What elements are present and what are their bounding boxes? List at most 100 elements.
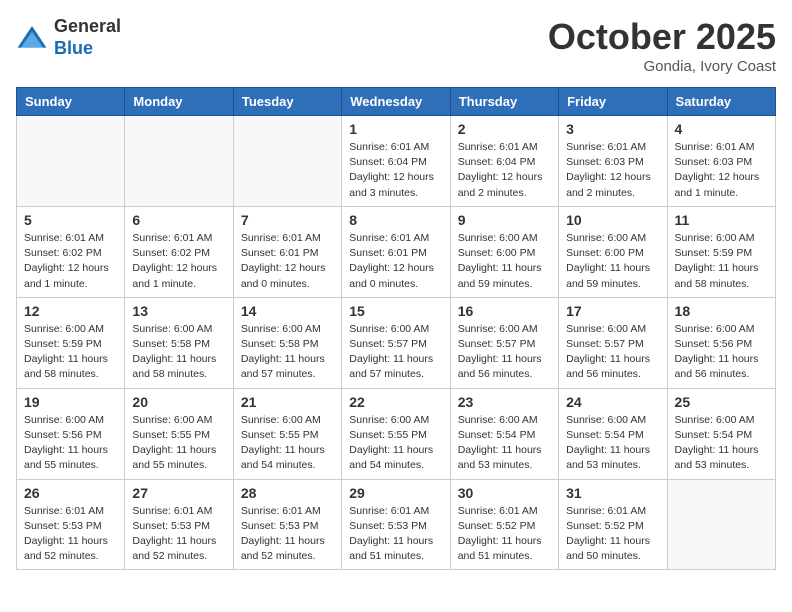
day-cell: 23 Sunrise: 6:00 AM Sunset: 5:54 PM Dayli… (450, 388, 558, 479)
day-info: Sunrise: 6:01 AM Sunset: 6:01 PM Dayligh… (349, 231, 442, 292)
day-info: Sunrise: 6:00 AM Sunset: 5:58 PM Dayligh… (132, 322, 225, 383)
weekday-wednesday: Wednesday (342, 88, 450, 116)
day-info: Sunrise: 6:00 AM Sunset: 6:00 PM Dayligh… (566, 231, 659, 292)
day-info: Sunrise: 6:00 AM Sunset: 5:57 PM Dayligh… (349, 322, 442, 383)
day-info: Sunrise: 6:00 AM Sunset: 5:58 PM Dayligh… (241, 322, 334, 383)
day-cell: 6 Sunrise: 6:01 AM Sunset: 6:02 PM Daylig… (125, 206, 233, 297)
day-info: Sunrise: 6:00 AM Sunset: 6:00 PM Dayligh… (458, 231, 551, 292)
weekday-friday: Friday (559, 88, 667, 116)
day-number: 13 (132, 303, 225, 319)
day-cell: 5Sunrise: 6:01 AM Sunset: 6:02 PM Daylig… (17, 206, 125, 297)
day-info: Sunrise: 6:01 AM Sunset: 6:03 PM Dayligh… (566, 140, 659, 201)
day-cell: 10 Sunrise: 6:00 AM Sunset: 6:00 PM Dayli… (559, 206, 667, 297)
day-cell: 9 Sunrise: 6:00 AM Sunset: 6:00 PM Daylig… (450, 206, 558, 297)
day-info: Sunrise: 6:00 AM Sunset: 5:54 PM Dayligh… (675, 413, 768, 474)
day-info: Sunrise: 6:00 AM Sunset: 5:55 PM Dayligh… (132, 413, 225, 474)
day-cell: 13 Sunrise: 6:00 AM Sunset: 5:58 PM Dayli… (125, 297, 233, 388)
day-info: Sunrise: 6:01 AM Sunset: 6:04 PM Dayligh… (458, 140, 551, 201)
week-row-2: 5Sunrise: 6:01 AM Sunset: 6:02 PM Daylig… (17, 206, 776, 297)
day-number: 9 (458, 212, 551, 228)
day-number: 25 (675, 394, 768, 410)
weekday-sunday: Sunday (17, 88, 125, 116)
day-number: 20 (132, 394, 225, 410)
day-cell (125, 116, 233, 207)
day-number: 23 (458, 394, 551, 410)
day-cell (233, 116, 341, 207)
day-number: 10 (566, 212, 659, 228)
day-info: Sunrise: 6:01 AM Sunset: 6:03 PM Dayligh… (675, 140, 768, 201)
logo-icon (16, 22, 48, 54)
day-info: Sunrise: 6:01 AM Sunset: 5:53 PM Dayligh… (241, 504, 334, 565)
day-info: Sunrise: 6:01 AM Sunset: 6:01 PM Dayligh… (241, 231, 334, 292)
day-cell: 25 Sunrise: 6:00 AM Sunset: 5:54 PM Dayli… (667, 388, 775, 479)
day-number: 26 (24, 485, 117, 501)
location: Gondia, Ivory Coast (548, 58, 776, 75)
day-cell: 3 Sunrise: 6:01 AM Sunset: 6:03 PM Daylig… (559, 116, 667, 207)
day-number: 11 (675, 212, 768, 228)
day-info: Sunrise: 6:01 AM Sunset: 6:04 PM Dayligh… (349, 140, 442, 201)
day-number: 16 (458, 303, 551, 319)
day-number: 7 (241, 212, 334, 228)
day-number: 3 (566, 121, 659, 137)
weekday-saturday: Saturday (667, 88, 775, 116)
day-info: Sunrise: 6:01 AM Sunset: 6:02 PM Dayligh… (24, 231, 117, 292)
weekday-tuesday: Tuesday (233, 88, 341, 116)
day-number: 1 (349, 121, 442, 137)
week-row-3: 12Sunrise: 6:00 AM Sunset: 5:59 PM Dayli… (17, 297, 776, 388)
day-number: 4 (675, 121, 768, 137)
day-cell: 14 Sunrise: 6:00 AM Sunset: 5:58 PM Dayli… (233, 297, 341, 388)
day-info: Sunrise: 6:00 AM Sunset: 5:56 PM Dayligh… (24, 413, 117, 474)
logo-text: General Blue (54, 16, 121, 59)
day-info: Sunrise: 6:01 AM Sunset: 5:52 PM Dayligh… (458, 504, 551, 565)
day-info: Sunrise: 6:01 AM Sunset: 5:53 PM Dayligh… (349, 504, 442, 565)
day-cell: 31Sunrise: 6:01 AM Sunset: 5:52 PM Dayli… (559, 479, 667, 570)
day-info: Sunrise: 6:01 AM Sunset: 5:52 PM Dayligh… (566, 504, 659, 565)
day-cell: 18 Sunrise: 6:00 AM Sunset: 5:56 PM Dayli… (667, 297, 775, 388)
day-number: 19 (24, 394, 117, 410)
day-number: 15 (349, 303, 442, 319)
day-info: Sunrise: 6:01 AM Sunset: 5:53 PM Dayligh… (24, 504, 117, 565)
day-info: Sunrise: 6:00 AM Sunset: 5:54 PM Dayligh… (458, 413, 551, 474)
day-number: 24 (566, 394, 659, 410)
day-cell: 30 Sunrise: 6:01 AM Sunset: 5:52 PM Dayli… (450, 479, 558, 570)
day-cell: 16 Sunrise: 6:00 AM Sunset: 5:57 PM Dayli… (450, 297, 558, 388)
month-title: October 2025 (548, 16, 776, 58)
page-header: General Blue October 2025 Gondia, Ivory … (16, 16, 776, 75)
week-row-1: 1 Sunrise: 6:01 AM Sunset: 6:04 PM Daylig… (17, 116, 776, 207)
day-cell: 12Sunrise: 6:00 AM Sunset: 5:59 PM Dayli… (17, 297, 125, 388)
day-cell: 26 Sunrise: 6:01 AM Sunset: 5:53 PM Dayli… (17, 479, 125, 570)
day-cell: 8 Sunrise: 6:01 AM Sunset: 6:01 PM Daylig… (342, 206, 450, 297)
day-cell (17, 116, 125, 207)
day-cell: 29Sunrise: 6:01 AM Sunset: 5:53 PM Dayli… (342, 479, 450, 570)
day-info: Sunrise: 6:00 AM Sunset: 5:56 PM Dayligh… (675, 322, 768, 383)
day-number: 12 (24, 303, 117, 319)
week-row-4: 19 Sunrise: 6:00 AM Sunset: 5:56 PM Dayli… (17, 388, 776, 479)
day-cell: 1 Sunrise: 6:01 AM Sunset: 6:04 PM Daylig… (342, 116, 450, 207)
day-number: 30 (458, 485, 551, 501)
day-cell: 27 Sunrise: 6:01 AM Sunset: 5:53 PM Dayli… (125, 479, 233, 570)
day-cell: 15 Sunrise: 6:00 AM Sunset: 5:57 PM Dayli… (342, 297, 450, 388)
day-number: 2 (458, 121, 551, 137)
day-cell: 11 Sunrise: 6:00 AM Sunset: 5:59 PM Dayli… (667, 206, 775, 297)
day-info: Sunrise: 6:01 AM Sunset: 6:02 PM Dayligh… (132, 231, 225, 292)
title-block: October 2025 Gondia, Ivory Coast (548, 16, 776, 75)
day-info: Sunrise: 6:00 AM Sunset: 5:59 PM Dayligh… (675, 231, 768, 292)
day-cell: 4 Sunrise: 6:01 AM Sunset: 6:03 PM Daylig… (667, 116, 775, 207)
calendar: SundayMondayTuesdayWednesdayThursdayFrid… (16, 87, 776, 570)
weekday-thursday: Thursday (450, 88, 558, 116)
day-cell: 28 Sunrise: 6:01 AM Sunset: 5:53 PM Dayli… (233, 479, 341, 570)
day-info: Sunrise: 6:01 AM Sunset: 5:53 PM Dayligh… (132, 504, 225, 565)
day-number: 6 (132, 212, 225, 228)
day-info: Sunrise: 6:00 AM Sunset: 5:57 PM Dayligh… (566, 322, 659, 383)
day-cell: 17Sunrise: 6:00 AM Sunset: 5:57 PM Dayli… (559, 297, 667, 388)
day-number: 27 (132, 485, 225, 501)
day-number: 18 (675, 303, 768, 319)
day-info: Sunrise: 6:00 AM Sunset: 5:57 PM Dayligh… (458, 322, 551, 383)
week-row-5: 26 Sunrise: 6:01 AM Sunset: 5:53 PM Dayli… (17, 479, 776, 570)
calendar-body: 1 Sunrise: 6:01 AM Sunset: 6:04 PM Daylig… (17, 116, 776, 570)
day-number: 28 (241, 485, 334, 501)
weekday-header-row: SundayMondayTuesdayWednesdayThursdayFrid… (17, 88, 776, 116)
day-cell (667, 479, 775, 570)
day-number: 8 (349, 212, 442, 228)
day-number: 14 (241, 303, 334, 319)
